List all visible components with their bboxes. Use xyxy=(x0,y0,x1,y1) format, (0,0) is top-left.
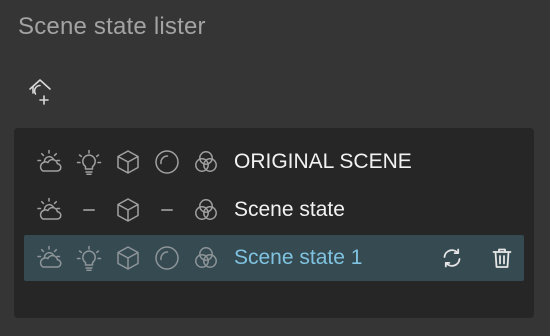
materials-excluded-dash[interactable] xyxy=(151,194,183,226)
add-scene-state-icon xyxy=(29,79,51,105)
geometry-icon[interactable] xyxy=(112,194,144,226)
geometry-icon[interactable] xyxy=(112,146,144,178)
materials-icon[interactable] xyxy=(151,242,183,274)
environment-icon[interactable] xyxy=(34,242,66,274)
lights-icon[interactable] xyxy=(73,242,105,274)
scene-state-list: ORIGINAL SCENE Scene state Scene state 1 xyxy=(14,128,534,318)
panel-title: Scene state lister xyxy=(18,13,206,40)
update-icon xyxy=(443,248,461,268)
state-icons xyxy=(34,242,229,274)
update-state-button[interactable] xyxy=(436,242,468,274)
lights-excluded-dash[interactable] xyxy=(73,194,105,226)
delete-icon xyxy=(492,248,512,268)
geometry-icon[interactable] xyxy=(112,242,144,274)
materials-icon[interactable] xyxy=(151,146,183,178)
state-name: ORIGINAL SCENE xyxy=(234,150,412,173)
state-icons xyxy=(34,194,229,226)
scene-state-row-selected[interactable]: Scene state 1 xyxy=(24,235,524,281)
lights-icon[interactable] xyxy=(73,146,105,178)
environment-icon[interactable] xyxy=(34,146,66,178)
state-name: Scene state xyxy=(234,198,345,221)
delete-state-button[interactable] xyxy=(486,242,518,274)
layers-icon[interactable] xyxy=(190,194,222,226)
layers-icon[interactable] xyxy=(190,146,222,178)
state-icons xyxy=(34,146,229,178)
scene-state-row-original[interactable]: ORIGINAL SCENE xyxy=(24,139,524,185)
environment-icon[interactable] xyxy=(34,194,66,226)
scene-state-row[interactable]: Scene state xyxy=(24,187,524,233)
add-scene-state-button[interactable] xyxy=(22,72,58,108)
state-name: Scene state 1 xyxy=(234,246,363,269)
row-actions xyxy=(418,235,518,281)
layers-icon[interactable] xyxy=(190,242,222,274)
